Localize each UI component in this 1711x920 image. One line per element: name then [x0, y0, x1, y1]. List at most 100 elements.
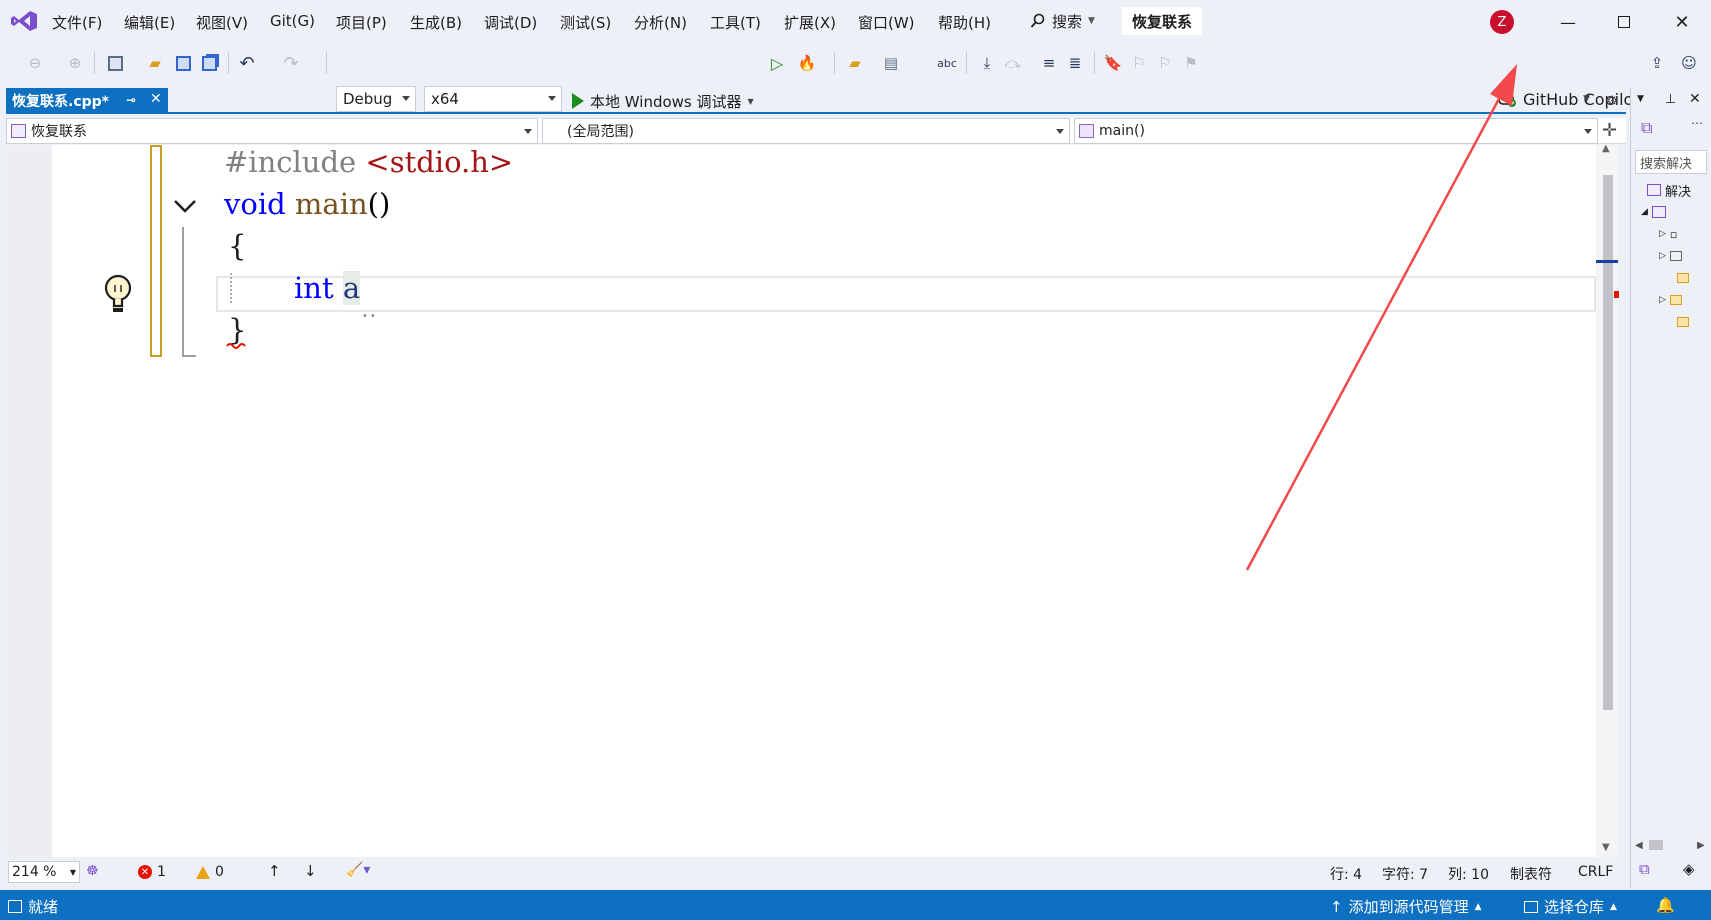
ready-label: 就绪 [28, 898, 59, 916]
step-over-button[interactable]: ⤼ [1002, 52, 1024, 74]
save-all-button[interactable] [198, 52, 220, 74]
code-line-1[interactable]: #include <stdio.h> [224, 145, 513, 179]
avatar[interactable]: Z [1490, 10, 1514, 34]
quick-action-dots-icon[interactable]: •• [362, 311, 378, 322]
find-in-files-button[interactable]: ▰ [844, 52, 866, 74]
search-button[interactable]: 搜索 ▼ [1030, 8, 1095, 34]
menu-build[interactable]: 生成(B) [410, 12, 462, 33]
previous-issue-icon[interactable]: ↑ [268, 862, 281, 880]
panel-scroll-left-icon[interactable]: ◀ [1635, 840, 1643, 851]
menu-tools[interactable]: 工具(T) [710, 12, 761, 33]
comment-lines-button[interactable]: ≡ [1038, 52, 1060, 74]
header-files-node[interactable] [1633, 266, 1711, 290]
tab-overflow-icon[interactable]: ▼ [1583, 94, 1590, 104]
spell-check-icon: abc [937, 56, 957, 70]
maximize-button[interactable] [1604, 8, 1644, 36]
toggle-bookmark-button[interactable]: 🔖 [1102, 52, 1124, 74]
menu-test[interactable]: 测试(S) [560, 12, 611, 33]
minimize-button[interactable]: — [1548, 8, 1588, 36]
scroll-down-icon[interactable]: ▼ [1602, 842, 1610, 853]
close-window-button[interactable]: ✕ [1662, 8, 1702, 36]
overflow-icon[interactable]: ⋯ [1691, 116, 1703, 130]
solution-node[interactable]: 解决 [1633, 178, 1711, 202]
zoom-dropdown[interactable]: 214 % ▼ [8, 861, 80, 883]
menu-extensions[interactable]: 扩展(X) [784, 12, 836, 33]
auto-hide-pin-icon[interactable]: ⊥ [1665, 92, 1676, 107]
search-label: 搜索 [1052, 12, 1083, 31]
start-without-debugging-button[interactable]: ▷ [766, 52, 788, 74]
chevron-down-icon: ▼ [69, 868, 76, 877]
external-deps-node[interactable]: ▷ [1633, 244, 1711, 268]
redo-button[interactable]: ↷ [280, 52, 302, 74]
code-line-3[interactable]: { [228, 229, 246, 263]
source-files-node[interactable] [1633, 310, 1711, 334]
navigate-forward-button[interactable]: ⊕ [64, 52, 86, 74]
project-node[interactable]: ◢ [1633, 200, 1711, 224]
collapse-chevron-icon[interactable] [172, 197, 198, 215]
settings-gear-icon[interactable]: ⚙ [1606, 94, 1618, 109]
code-line-4[interactable]: int a [294, 271, 361, 305]
menu-bar: 文件(F) 编辑(E) 视图(V) Git(G) 项目(P) 生成(B) 调试(… [0, 0, 1711, 42]
panel-scroll-thumb[interactable] [1649, 840, 1663, 850]
menu-view[interactable]: 视图(V) [196, 12, 248, 33]
notifications-bell-icon[interactable]: 🔔 [1656, 896, 1675, 914]
menu-debug[interactable]: 调试(D) [484, 12, 537, 33]
code-editor[interactable]: #include <stdio.h> void main() { int a •… [6, 145, 1602, 857]
lightbulb-icon[interactable] [102, 273, 134, 315]
uncomment-lines-button[interactable]: ≣ [1064, 52, 1086, 74]
navigate-back-button[interactable]: ⊖ [24, 52, 46, 74]
vertical-scrollbar[interactable]: ▲ ▼ [1596, 143, 1619, 857]
step-into-button[interactable]: ⤓ [976, 52, 998, 74]
undo-button[interactable]: ↶ [236, 52, 258, 74]
close-panel-icon[interactable]: ✕ [1689, 91, 1701, 107]
menu-git[interactable]: Git(G) [270, 12, 315, 30]
menu-project[interactable]: 项目(P) [336, 12, 387, 33]
next-bookmark-button[interactable]: ⚐ [1154, 52, 1176, 74]
line-indicator[interactable]: 行: 4 [1330, 864, 1362, 884]
save-button[interactable] [172, 52, 194, 74]
intellicode-icon[interactable]: ☸ [86, 863, 99, 879]
select-repository-button[interactable]: 选择仓库 ▲ [1524, 896, 1617, 917]
hot-reload-button[interactable]: 🔥 [796, 52, 818, 74]
clear-bookmarks-button[interactable]: ⚑ [1180, 52, 1202, 74]
char-indicator[interactable]: 字符: 7 [1382, 864, 1428, 884]
menu-file[interactable]: 文件(F) [52, 12, 102, 33]
scroll-up-icon[interactable]: ▲ [1602, 143, 1610, 154]
menu-help[interactable]: 帮助(H) [938, 12, 991, 33]
warnings-indicator[interactable]: 0 [196, 864, 224, 880]
member-dropdown[interactable]: main() [1074, 118, 1598, 144]
menu-edit[interactable]: 编辑(E) [124, 12, 175, 33]
col-indicator[interactable]: 列: 10 [1448, 864, 1489, 884]
close-tab-icon[interactable]: ✕ [150, 91, 162, 107]
live-share-button[interactable]: ⇪ [1646, 52, 1668, 74]
scope-dropdown[interactable]: (全局范围) [542, 118, 1070, 144]
solution-search-input[interactable]: 搜索解决 [1635, 150, 1707, 174]
new-project-button[interactable] [104, 52, 126, 74]
project-dropdown[interactable]: 恢复联系 [6, 118, 538, 144]
panel-scroll-right-icon[interactable]: ▶ [1697, 840, 1705, 851]
indent-mode-indicator[interactable]: 制表符 [1510, 864, 1552, 884]
references-node[interactable]: ▷ ▫ [1633, 222, 1711, 246]
code-cleanup-icon[interactable]: 🧹▾ [346, 862, 370, 878]
add-to-source-control-button[interactable]: ↑ 添加到源代码管理 ▲ [1330, 896, 1482, 917]
errors-indicator[interactable]: ✕ 1 [138, 864, 166, 880]
line-ending-indicator[interactable]: CRLF [1578, 864, 1613, 880]
split-editor-icon[interactable]: ✛ [1602, 120, 1617, 141]
menu-analyze[interactable]: 分析(N) [634, 12, 687, 33]
resource-files-node[interactable]: ▷ [1633, 288, 1711, 312]
feedback-button[interactable]: ☺ [1678, 52, 1700, 74]
layout-button[interactable]: ▤ [880, 52, 902, 74]
pin-icon[interactable]: ⊸ [126, 93, 136, 107]
menu-window[interactable]: 窗口(W) [858, 12, 915, 33]
vs-switch-views-icon[interactable]: ⧉ [1641, 118, 1652, 138]
open-file-button[interactable]: ▰ [144, 52, 166, 74]
code-line-2[interactable]: void main() [224, 187, 390, 221]
tab-recovery-cpp[interactable]: 恢复联系.cpp* ⊸ ✕ [6, 88, 168, 114]
previous-bookmark-button[interactable]: ⚐ [1128, 52, 1150, 74]
scrollbar-thumb[interactable] [1603, 175, 1613, 710]
solution-explorer-tab-icon[interactable]: ⧉ [1639, 860, 1650, 878]
next-issue-icon[interactable]: ↓ [304, 862, 317, 880]
spell-check-button[interactable]: abc [936, 52, 958, 74]
git-changes-tab-icon[interactable]: ◈ [1683, 860, 1695, 878]
panel-menu-icon[interactable]: ▼ [1637, 94, 1644, 104]
